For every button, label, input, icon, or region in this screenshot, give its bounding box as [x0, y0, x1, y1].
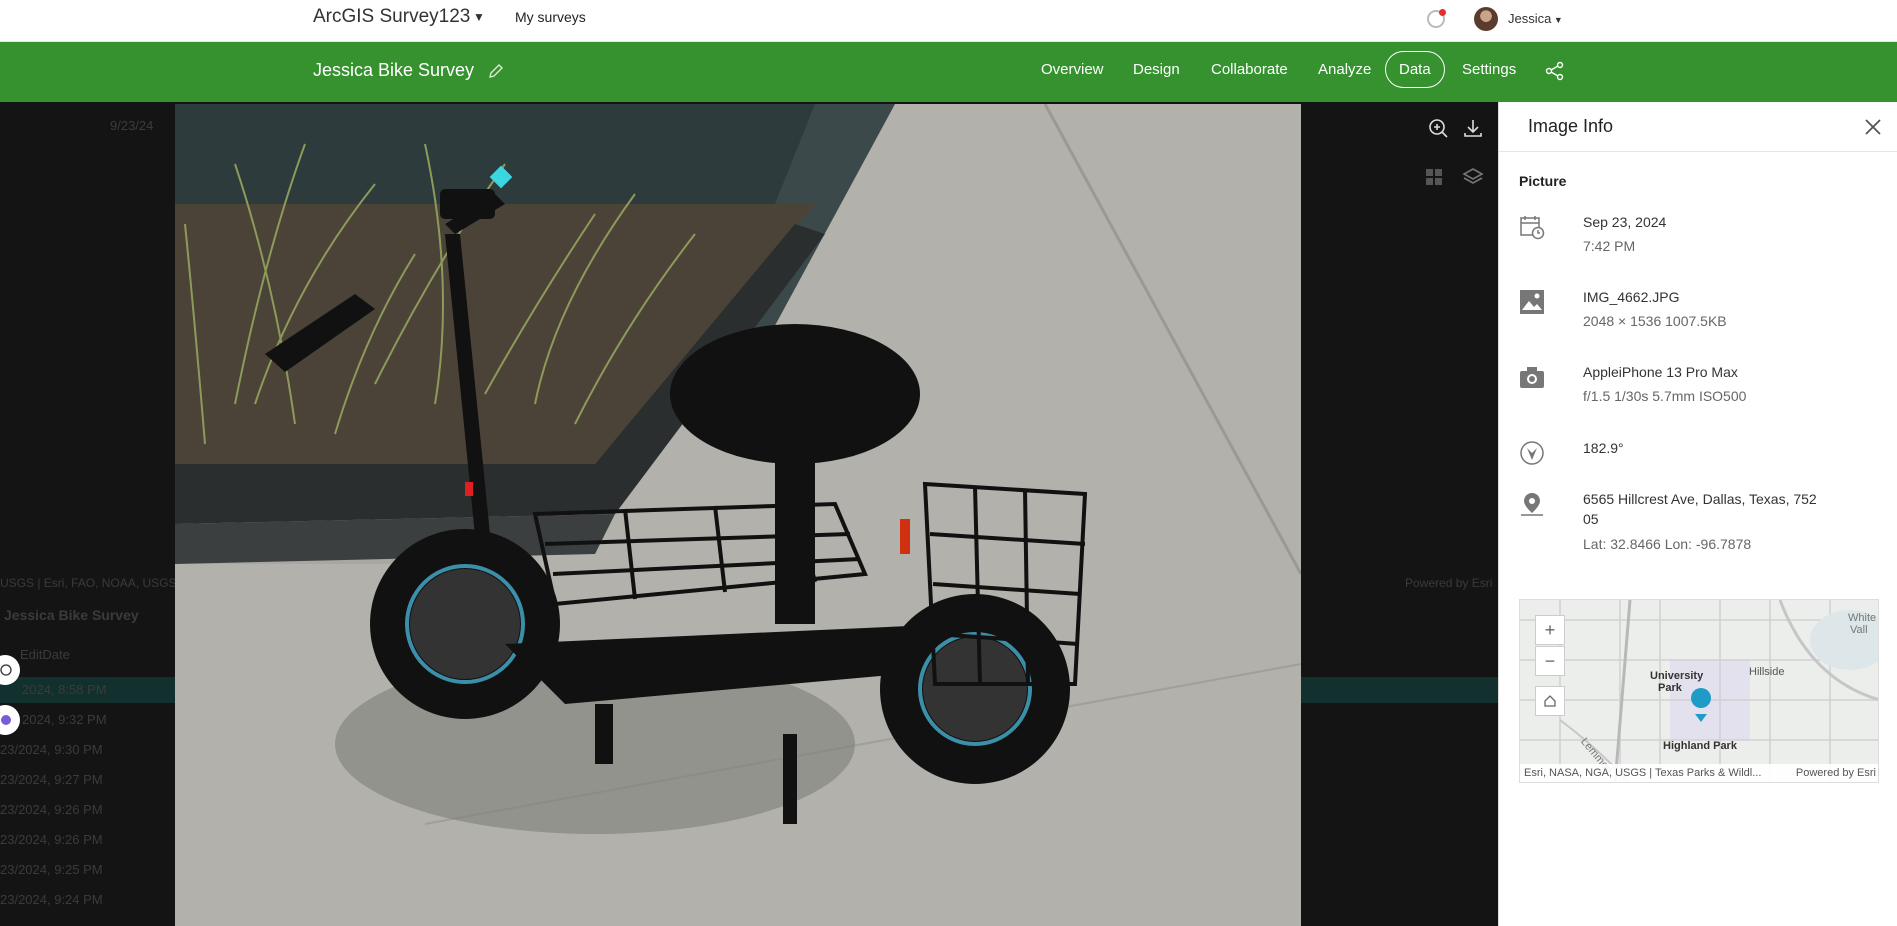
- panel-header: Image Info: [1499, 102, 1897, 152]
- camera-model: AppleiPhone 13 Pro Max: [1583, 364, 1738, 380]
- tab-collaborate[interactable]: Collaborate: [1211, 61, 1288, 78]
- bg-row: 23/2024, 9:26 PM: [0, 802, 103, 817]
- panel-title: Image Info: [1528, 116, 1614, 136]
- close-icon[interactable]: [1864, 118, 1882, 136]
- app-title[interactable]: ArcGIS Survey123: [313, 6, 470, 28]
- map-zoom-in-button[interactable]: +: [1535, 615, 1565, 645]
- photo-time: 7:42 PM: [1583, 238, 1636, 254]
- tab-data[interactable]: Data: [1385, 51, 1445, 88]
- bg-row: 23/2024, 9:24 PM: [0, 892, 103, 907]
- file-name: IMG_4662.JPG: [1583, 289, 1680, 305]
- map-location-marker-icon: [1691, 688, 1711, 722]
- bg-table-title: Jessica Bike Survey: [4, 607, 139, 623]
- bg-row: 23/2024, 9:26 PM: [0, 832, 103, 847]
- camera-icon: [1520, 367, 1544, 388]
- map-home-button[interactable]: [1535, 686, 1565, 716]
- photo-viewer: [175, 104, 1301, 926]
- download-icon[interactable]: [1462, 117, 1484, 139]
- map-zoom-out-button[interactable]: −: [1535, 646, 1565, 676]
- image-info-panel: Image Info Picture Sep 23, 2024 7:42 PM …: [1498, 102, 1897, 926]
- photo-date: Sep 23, 2024: [1583, 214, 1667, 230]
- bg-row: 23/2024, 9:30 PM: [0, 742, 103, 757]
- location-map[interactable]: + − University Park Hillside Highland Pa…: [1519, 599, 1879, 783]
- survey-title: Jessica Bike Survey: [313, 60, 475, 80]
- map-powered-by[interactable]: Powered by Esri: [1796, 767, 1876, 779]
- bg-column-header: EditDate: [20, 647, 70, 662]
- grid-icon[interactable]: [1423, 166, 1445, 188]
- user-caret-icon: ▼: [1551, 15, 1563, 25]
- tab-design[interactable]: Design: [1133, 61, 1180, 78]
- avatar[interactable]: [1474, 7, 1498, 31]
- scooter-photo: [175, 104, 1301, 926]
- bg-row: 23/2024, 9:25 PM: [0, 862, 103, 877]
- map-attribution-text: Esri, NASA, NGA, USGS | Texas Parks & Wi…: [1524, 767, 1762, 779]
- file-dimensions: 2048 × 1536 1007.5KB: [1583, 313, 1727, 329]
- map-label-white: White: [1848, 612, 1877, 624]
- bg-row: 2024, 9:32 PM: [22, 712, 107, 727]
- map-label-park: Park: [1658, 682, 1682, 694]
- bg-map-credit: USGS | Esri, FAO, NOAA, USGS: [0, 576, 177, 590]
- heading-value: 182.9°: [1583, 440, 1624, 456]
- map-label-university: University: [1650, 670, 1704, 682]
- exif-settings: f/1.5 1/30s 5.7mm ISO500: [1583, 388, 1747, 404]
- home-icon: [1544, 695, 1556, 707]
- my-surveys-link[interactable]: My surveys: [515, 9, 586, 25]
- share-icon[interactable]: [1545, 61, 1565, 81]
- map-label-hillside: Hillside: [1749, 666, 1785, 678]
- map-attribution: Esri, NASA, NGA, USGS | Texas Parks & Wi…: [1520, 764, 1878, 782]
- bg-powered-by: Powered by Esri: [1405, 576, 1493, 590]
- notification-icon[interactable]: [1427, 9, 1446, 28]
- bg-row: 23/2024, 9:27 PM: [0, 772, 103, 787]
- user-name: Jessica: [1508, 11, 1552, 26]
- address-line2: 05: [1583, 511, 1599, 527]
- side-ai-icon[interactable]: [0, 705, 20, 735]
- tab-settings[interactable]: Settings: [1462, 61, 1516, 78]
- bg-row: 2024, 8:58 PM: [22, 682, 107, 697]
- zoom-in-icon[interactable]: [1427, 117, 1449, 139]
- bg-toolbar-date: 9/23/24: [110, 118, 154, 133]
- section-label: Picture: [1519, 173, 1567, 189]
- calendar-clock-icon: [1520, 216, 1545, 240]
- address-line1: 6565 Hillcrest Ave, Dallas, Texas, 752: [1583, 491, 1817, 507]
- app-switcher-caret-icon[interactable]: ▼: [473, 10, 485, 24]
- user-menu[interactable]: Jessica ▼: [1508, 11, 1563, 26]
- top-bar: ArcGIS Survey123 ▼ My surveys Jessica ▼: [0, 0, 1897, 42]
- location-pin-icon: [1521, 493, 1543, 516]
- map-label-highland-park: Highland Park: [1663, 740, 1737, 752]
- survey-nav-bar: Jessica Bike Survey Overview Design Coll…: [0, 42, 1897, 102]
- tab-analyze[interactable]: Analyze: [1318, 61, 1371, 78]
- tab-overview[interactable]: Overview: [1041, 61, 1104, 78]
- compass-icon: [1520, 441, 1544, 465]
- notification-badge: [1439, 9, 1446, 16]
- layers-icon[interactable]: [1462, 166, 1484, 188]
- pencil-icon[interactable]: [488, 63, 504, 79]
- map-label-valley: Vall: [1850, 624, 1868, 636]
- lat-lon: Lat: 32.8466 Lon: -96.7878: [1583, 536, 1752, 552]
- image-icon: [1520, 290, 1544, 314]
